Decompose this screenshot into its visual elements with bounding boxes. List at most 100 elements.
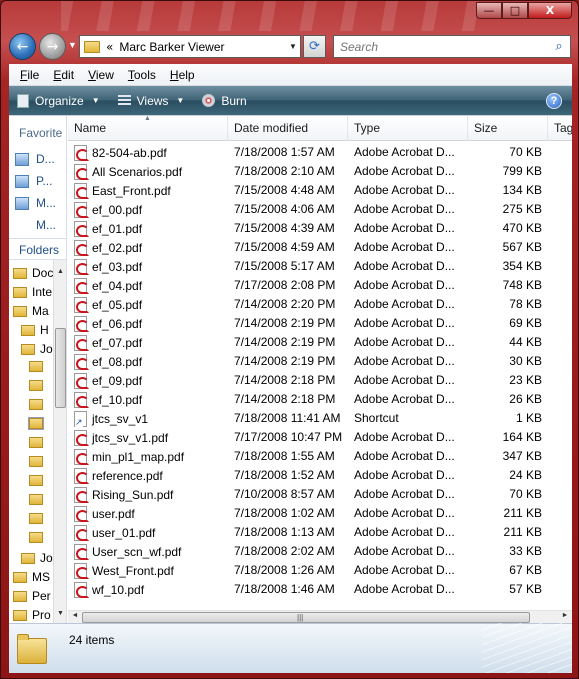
search-input[interactable] xyxy=(340,39,548,54)
file-row[interactable]: jtcs_sv_v1 7/18/2008 11:41 AM Shortcut 1 KB xyxy=(68,409,572,428)
scroll-thumb[interactable] xyxy=(55,328,66,408)
file-row[interactable]: ef_09.pdf 7/14/2008 2:18 PM Adobe Acrobat … xyxy=(68,371,572,390)
file-name-cell[interactable]: 82-504-ab.pdf xyxy=(74,145,167,161)
folders-header[interactable]: Folders xyxy=(9,238,66,260)
close-button[interactable]: X xyxy=(528,2,572,19)
file-row[interactable]: user.pdf 7/18/2008 1:02 AM Adobe Acrobat D… xyxy=(68,504,572,523)
search-box[interactable]: ⌕ xyxy=(333,35,571,58)
file-name-cell[interactable]: ef_05.pdf xyxy=(74,297,142,313)
menu-edit[interactable]: Edit xyxy=(46,68,81,82)
menu-tools[interactable]: Tools xyxy=(121,68,163,82)
column-header-size[interactable]: Size xyxy=(468,116,548,141)
menu-file[interactable]: File xyxy=(13,68,46,82)
file-row[interactable]: User_scn_wf.pdf 7/18/2008 2:02 AM Adobe Ac… xyxy=(68,542,572,561)
file-name-cell[interactable]: ef_10.pdf xyxy=(74,392,142,408)
organize-button[interactable]: Organize ▼ xyxy=(17,93,100,108)
file-row[interactable]: ef_00.pdf 7/15/2008 4:06 AM Adobe Acrobat … xyxy=(68,200,572,219)
file-row[interactable]: ef_04.pdf 7/17/2008 2:08 PM Adobe Acrobat … xyxy=(68,276,572,295)
scroll-thumb[interactable]: ||| xyxy=(82,612,530,623)
file-name-cell[interactable]: ef_07.pdf xyxy=(74,335,142,351)
file-row[interactable]: ef_10.pdf 7/14/2008 2:18 PM Adobe Acrobat … xyxy=(68,390,572,409)
file-row[interactable]: jtcs_sv_v1.pdf 7/17/2008 10:47 PM Adobe Ac… xyxy=(68,428,572,447)
file-name-cell[interactable]: User_scn_wf.pdf xyxy=(74,544,181,560)
refresh-button[interactable]: ⟳ xyxy=(303,35,326,58)
tree-item[interactable] xyxy=(29,494,48,505)
address-chevron[interactable]: « xyxy=(106,40,113,54)
tree-item[interactable] xyxy=(29,437,48,448)
file-name-cell[interactable]: jtcs_sv_v1 xyxy=(74,411,148,428)
file-row[interactable]: ef_03.pdf 7/15/2008 5:17 AM Adobe Acrobat … xyxy=(68,257,572,276)
tree-item[interactable] xyxy=(29,456,48,467)
menu-help[interactable]: Help xyxy=(163,68,202,82)
tree-item[interactable] xyxy=(29,532,48,543)
column-header-type[interactable]: Type xyxy=(348,116,468,141)
address-dropdown-icon[interactable]: ▼ xyxy=(286,42,300,51)
column-header-tags[interactable]: Tag xyxy=(548,116,572,141)
file-name-cell[interactable]: ef_08.pdf xyxy=(74,354,142,370)
file-row[interactable]: reference.pdf 7/18/2008 1:52 AM Adobe Acro… xyxy=(68,466,572,485)
minimize-button[interactable]: — xyxy=(476,2,502,19)
file-row[interactable]: user_01.pdf 7/18/2008 1:13 AM Adobe Acroba… xyxy=(68,523,572,542)
file-row[interactable]: ef_02.pdf 7/15/2008 4:59 AM Adobe Acrobat … xyxy=(68,238,572,257)
scroll-down-icon[interactable]: ▼ xyxy=(54,610,66,624)
file-name-cell[interactable]: West_Front.pdf xyxy=(74,563,174,579)
tree-vertical-scrollbar[interactable]: ▲ ▼ xyxy=(53,260,66,624)
scroll-up-icon[interactable]: ▲ xyxy=(54,268,66,282)
tree-item-selected[interactable] xyxy=(28,417,48,430)
file-row[interactable]: All Scenarios.pdf 7/18/2008 2:10 AM Adobe … xyxy=(68,162,572,181)
file-row[interactable]: ef_08.pdf 7/14/2008 2:19 PM Adobe Acrobat … xyxy=(68,352,572,371)
favorite-links-header[interactable]: Favorite l xyxy=(19,126,66,140)
file-name-cell[interactable]: user_01.pdf xyxy=(74,525,155,541)
favorite-link-documents[interactable]: D... xyxy=(15,152,55,166)
scroll-right-icon[interactable]: ► xyxy=(558,612,572,619)
file-name-cell[interactable]: ef_04.pdf xyxy=(74,278,142,294)
file-row[interactable]: East_Front.pdf 7/15/2008 4:48 AM Adobe Acr… xyxy=(68,181,572,200)
favorite-link-more[interactable]: M... xyxy=(15,218,56,232)
tree-item[interactable]: H xyxy=(21,323,49,337)
tree-item[interactable] xyxy=(29,361,48,372)
tree-item[interactable]: Ma xyxy=(13,304,49,318)
file-name-cell[interactable]: Rising_Sun.pdf xyxy=(74,487,173,503)
burn-button[interactable]: Burn xyxy=(202,94,247,108)
maximize-button[interactable]: □ xyxy=(502,2,528,19)
tree-item[interactable]: Inte xyxy=(13,285,52,299)
help-button[interactable]: ? xyxy=(546,93,562,109)
file-name-cell[interactable]: ef_09.pdf xyxy=(74,373,142,389)
file-row[interactable]: ef_05.pdf 7/14/2008 2:20 PM Adobe Acrobat … xyxy=(68,295,572,314)
address-bar[interactable]: « Marc Barker Viewer ▼ xyxy=(79,35,301,58)
tree-item[interactable] xyxy=(29,475,48,486)
views-button[interactable]: Views ▼ xyxy=(117,94,184,108)
tree-item[interactable]: Jo xyxy=(21,342,53,356)
file-row[interactable]: ef_06.pdf 7/14/2008 2:19 PM Adobe Acrobat … xyxy=(68,314,572,333)
tree-item[interactable] xyxy=(29,380,48,391)
file-row[interactable]: Rising_Sun.pdf 7/10/2008 8:57 AM Adobe Acr… xyxy=(68,485,572,504)
file-row[interactable]: West_Front.pdf 7/18/2008 1:26 AM Adobe Acr… xyxy=(68,561,572,580)
file-name-cell[interactable]: user.pdf xyxy=(74,506,135,522)
file-name-cell[interactable]: jtcs_sv_v1.pdf xyxy=(74,430,168,446)
tree-item[interactable] xyxy=(29,399,48,410)
file-row[interactable]: ef_07.pdf 7/14/2008 2:19 PM Adobe Acrobat … xyxy=(68,333,572,352)
file-row[interactable]: wf_10.pdf 7/18/2008 1:46 AM Adobe Acrobat … xyxy=(68,580,572,599)
back-button[interactable]: ← xyxy=(9,33,36,60)
scroll-left-icon[interactable]: ◄ xyxy=(68,612,82,619)
file-name-cell[interactable]: All Scenarios.pdf xyxy=(74,164,182,180)
file-name-cell[interactable]: ef_00.pdf xyxy=(74,202,142,218)
column-header-date[interactable]: Date modified xyxy=(228,116,348,141)
tree-item[interactable]: MS xyxy=(13,570,50,584)
forward-button[interactable]: → xyxy=(39,33,66,60)
address-path[interactable]: Marc Barker Viewer xyxy=(119,40,286,54)
search-icon[interactable]: ⌕ xyxy=(548,39,570,54)
file-row[interactable]: min_pl1_map.pdf 7/18/2008 1:55 AM Adobe Ac… xyxy=(68,447,572,466)
tree-item[interactable]: Per xyxy=(13,589,51,603)
menu-view[interactable]: View xyxy=(81,68,121,82)
file-name-cell[interactable]: reference.pdf xyxy=(74,468,163,484)
favorite-link-music[interactable]: M... xyxy=(15,196,56,210)
favorite-link-pictures[interactable]: P... xyxy=(15,174,52,188)
tree-item[interactable]: Jo xyxy=(21,551,53,565)
file-row[interactable]: 82-504-ab.pdf 7/18/2008 1:57 AM Adobe Acro… xyxy=(68,143,572,162)
file-name-cell[interactable]: ef_06.pdf xyxy=(74,316,142,332)
tree-item[interactable]: Pro xyxy=(13,608,51,622)
file-name-cell[interactable]: East_Front.pdf xyxy=(74,183,171,199)
file-row[interactable]: ef_01.pdf 7/15/2008 4:39 AM Adobe Acrobat … xyxy=(68,219,572,238)
file-name-cell[interactable]: ef_02.pdf xyxy=(74,240,142,256)
